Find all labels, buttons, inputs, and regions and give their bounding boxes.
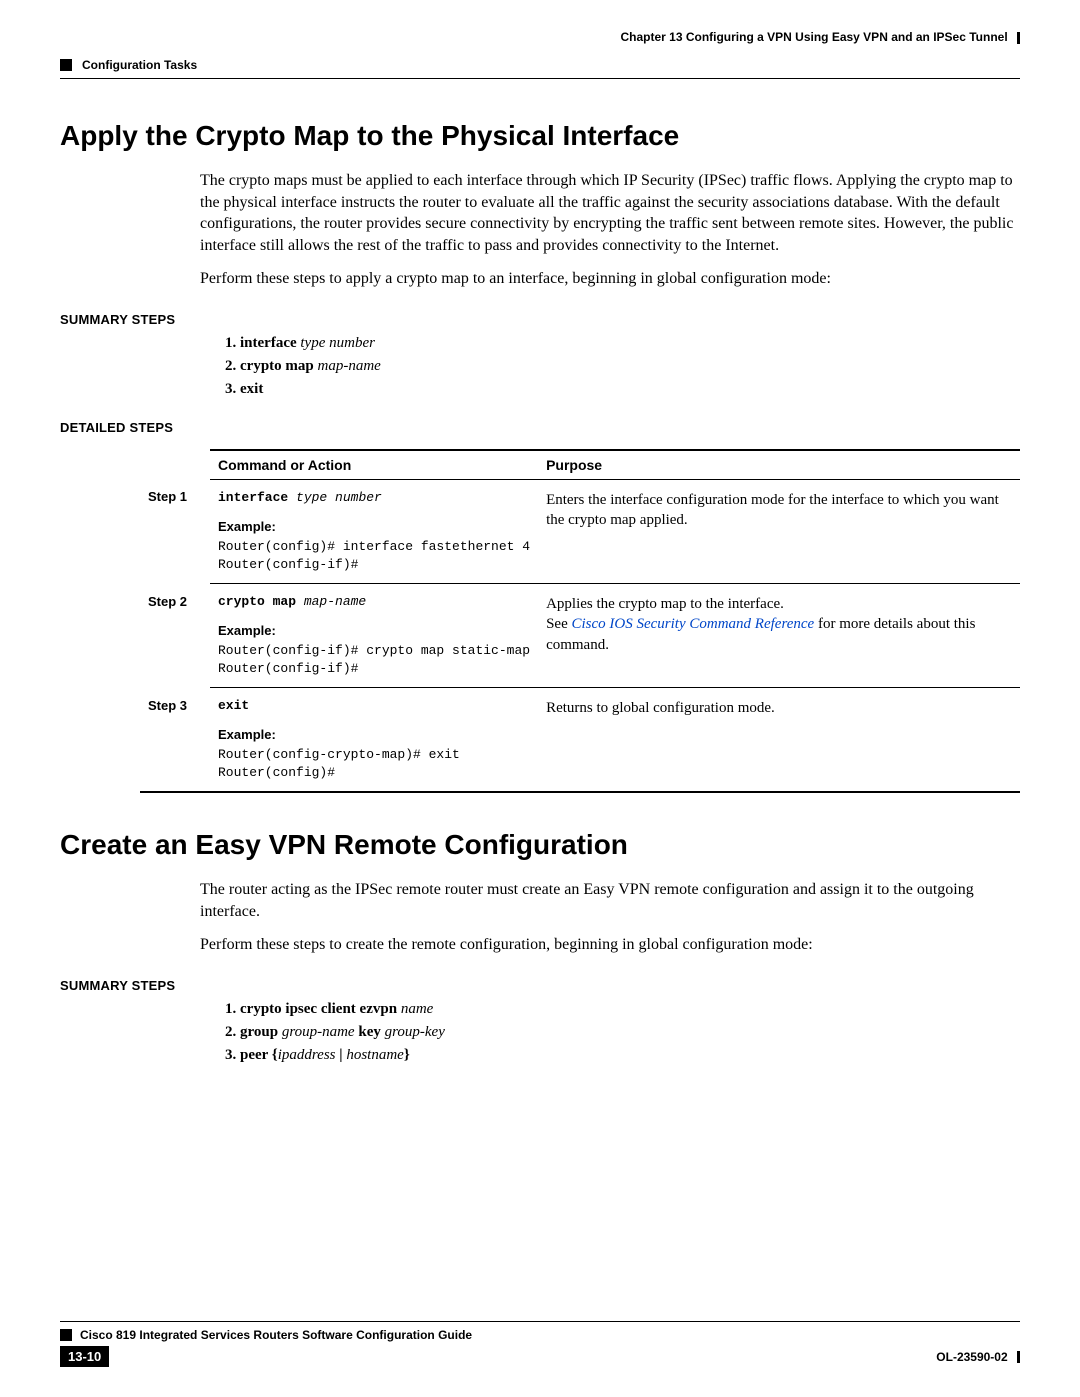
summary-steps-label-2: SUMMARY STEPS xyxy=(60,978,1020,993)
summary-step-2: crypto map map-name xyxy=(240,358,1020,375)
footer-bar-icon xyxy=(1017,1351,1020,1363)
example-label: Example: xyxy=(218,727,530,742)
step-number: Step 3 xyxy=(140,688,210,793)
header-rule xyxy=(60,78,1020,79)
command-cell: crypto map map-name Example: Router(conf… xyxy=(210,584,538,688)
chapter-title-text: Chapter 13 Configuring a VPN Using Easy … xyxy=(620,30,1007,44)
col-command: Command or Action xyxy=(210,450,538,480)
header-subtitle: Configuration Tasks xyxy=(60,58,1020,72)
example-block: Router(config-if)# crypto map static-map… xyxy=(218,642,530,677)
col-step xyxy=(140,450,210,480)
table-row: Step 3 exit Example: Router(config-crypt… xyxy=(140,688,1020,793)
example-block: Router(config-crypto-map)# exit Router(c… xyxy=(218,746,530,781)
detailed-steps-label: DETAILED STEPS xyxy=(60,420,1020,435)
detailed-steps-table: Command or Action Purpose Step 1 interfa… xyxy=(140,449,1020,793)
summary-step-1: interface type number xyxy=(240,335,1020,352)
summary2-step-3: peer {ipaddress | hostname} xyxy=(240,1047,1020,1064)
col-purpose: Purpose xyxy=(538,450,1020,480)
purpose-cell: Applies the crypto map to the interface.… xyxy=(538,584,1020,688)
section1-title: Apply the Crypto Map to the Physical Int… xyxy=(60,120,1020,152)
section1-para1: The crypto maps must be applied to each … xyxy=(60,170,1020,256)
example-label: Example: xyxy=(218,623,530,638)
page-header: Chapter 13 Configuring a VPN Using Easy … xyxy=(60,30,1020,79)
command-cell: interface type number Example: Router(co… xyxy=(210,479,538,583)
purpose-cell: Enters the interface configuration mode … xyxy=(538,479,1020,583)
section2-para2: Perform these steps to create the remote… xyxy=(60,934,1020,956)
page-footer: Cisco 819 Integrated Services Routers So… xyxy=(60,1321,1020,1367)
footer-left: Cisco 819 Integrated Services Routers So… xyxy=(60,1328,472,1342)
header-subtitle-text: Configuration Tasks xyxy=(82,58,197,72)
summary-steps-list-2: crypto ipsec client ezvpn name group gro… xyxy=(60,1001,1020,1064)
summary-step-3: exit xyxy=(240,381,1020,398)
step-number: Step 1 xyxy=(140,479,210,583)
page-number: 13-10 xyxy=(60,1346,109,1367)
footer-guide: Cisco 819 Integrated Services Routers So… xyxy=(80,1328,472,1342)
chapter-title: Chapter 13 Configuring a VPN Using Easy … xyxy=(60,30,1020,44)
summary-steps-list: interface type number crypto map map-nam… xyxy=(60,335,1020,398)
footer-square-icon xyxy=(60,1329,72,1341)
section2-para1: The router acting as the IPSec remote ro… xyxy=(60,879,1020,922)
table-row: Step 2 crypto map map-name Example: Rout… xyxy=(140,584,1020,688)
cisco-ios-security-link[interactable]: Cisco IOS Security Command Reference xyxy=(571,616,814,632)
content: Apply the Crypto Map to the Physical Int… xyxy=(60,110,1020,1070)
header-square-icon xyxy=(60,59,72,71)
table-row: Step 1 interface type number Example: Ro… xyxy=(140,479,1020,583)
purpose-cell: Returns to global configuration mode. xyxy=(538,688,1020,793)
example-block: Router(config)# interface fastethernet 4… xyxy=(218,538,530,573)
footer-rule xyxy=(60,1321,1020,1322)
step-number: Step 2 xyxy=(140,584,210,688)
command-cell: exit Example: Router(config-crypto-map)#… xyxy=(210,688,538,793)
summary-steps-label: SUMMARY STEPS xyxy=(60,312,1020,327)
summary2-step-2: group group-name key group-key xyxy=(240,1024,1020,1041)
example-label: Example: xyxy=(218,519,530,534)
doc-id: OL-23590-02 xyxy=(936,1350,1020,1364)
summary2-step-1: crypto ipsec client ezvpn name xyxy=(240,1001,1020,1018)
section2-title: Create an Easy VPN Remote Configuration xyxy=(60,829,1020,861)
page: Chapter 13 Configuring a VPN Using Easy … xyxy=(0,0,1080,1397)
header-bar-icon xyxy=(1017,32,1020,44)
section1-para2: Perform these steps to apply a crypto ma… xyxy=(60,268,1020,290)
